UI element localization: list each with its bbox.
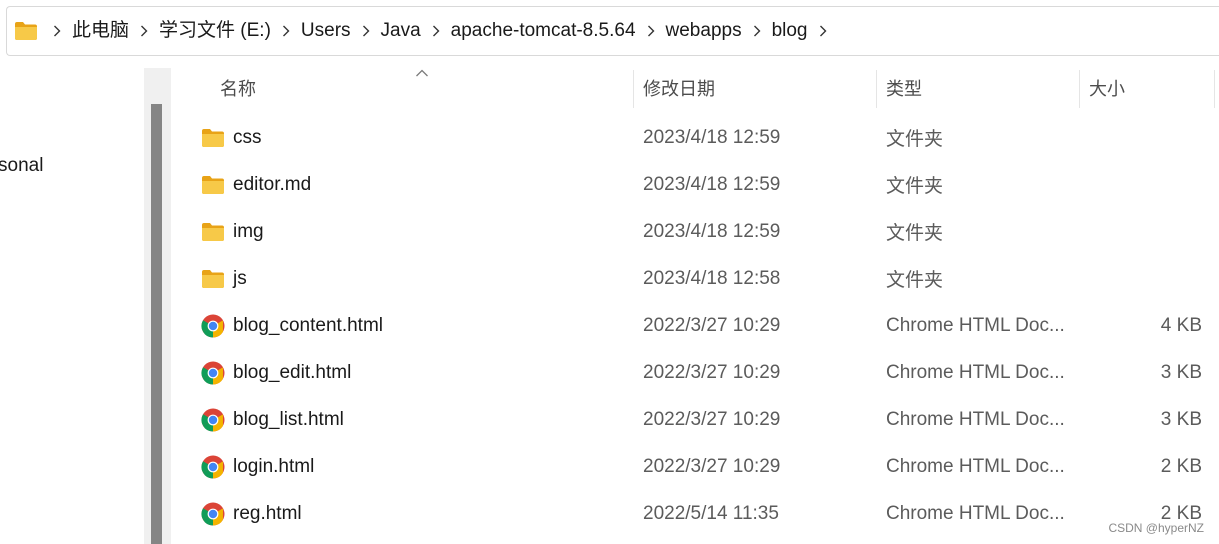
column-divider[interactable]: [876, 70, 877, 108]
file-size: 3 KB: [1160, 408, 1202, 430]
file-modified-date: 2023/4/18 12:59: [643, 220, 781, 242]
file-name: css: [233, 126, 262, 148]
folder-icon: [201, 220, 225, 244]
file-name: img: [233, 220, 264, 242]
chrome-html-icon: [201, 502, 225, 526]
nav-scrollbar[interactable]: [144, 68, 171, 544]
column-divider[interactable]: [1079, 70, 1080, 108]
file-name-cell[interactable]: img: [201, 208, 264, 255]
file-modified-date: 2023/4/18 12:59: [643, 173, 781, 195]
folder-icon: [14, 21, 38, 41]
file-type: 文件夹: [886, 176, 944, 197]
chrome-html-icon: [201, 314, 225, 338]
file-name-cell[interactable]: login.html: [201, 443, 314, 490]
file-row[interactable]: css 2023/4/18 12:59 文件夹: [171, 114, 1219, 161]
breadcrumb-item-this-pc[interactable]: 此电脑: [66, 17, 135, 45]
file-type: Chrome HTML Doc...: [886, 314, 1065, 336]
chevron-right-icon[interactable]: [357, 17, 375, 45]
chevron-right-icon[interactable]: [277, 17, 295, 45]
folder-icon: [201, 173, 225, 197]
file-row[interactable]: editor.md 2023/4/18 12:59 文件夹: [171, 161, 1219, 208]
file-name-cell[interactable]: blog_edit.html: [201, 349, 351, 396]
file-name: blog_content.html: [233, 314, 383, 336]
file-name: blog_edit.html: [233, 361, 352, 383]
file-name: js: [233, 267, 247, 289]
chevron-right-icon[interactable]: [642, 17, 660, 45]
column-divider[interactable]: [1214, 70, 1215, 108]
file-name-cell[interactable]: editor.md: [201, 161, 311, 208]
nav-item-personal[interactable]: sonal: [0, 155, 43, 177]
file-modified-date: 2022/3/27 10:29: [643, 314, 781, 336]
file-size: 2 KB: [1160, 455, 1202, 477]
column-header-name[interactable]: 名称: [220, 68, 256, 108]
chevron-right-icon[interactable]: [427, 17, 445, 45]
chevron-right-icon[interactable]: [748, 17, 766, 45]
file-row[interactable]: img 2023/4/18 12:59 文件夹: [171, 208, 1219, 255]
folder-icon: [201, 126, 225, 150]
address-bar[interactable]: 此电脑 学习文件 (E:) Users Java apache-tomcat-8…: [0, 0, 1219, 60]
file-row[interactable]: blog_edit.html 2022/3/27 10:29 Chrome HTML…: [171, 349, 1219, 396]
file-type: 文件夹: [886, 270, 944, 291]
chrome-html-icon: [201, 408, 225, 432]
file-type: 文件夹: [886, 129, 944, 150]
file-name-cell[interactable]: css: [201, 114, 262, 161]
breadcrumb: 此电脑 学习文件 (E:) Users Java apache-tomcat-8…: [14, 17, 832, 45]
file-type: 文件夹: [886, 223, 944, 244]
file-name-cell[interactable]: blog_content.html: [201, 302, 383, 349]
column-header-type[interactable]: 类型: [886, 68, 922, 108]
file-type: Chrome HTML Doc...: [886, 455, 1065, 477]
file-name-cell[interactable]: js: [201, 255, 247, 302]
file-type: Chrome HTML Doc...: [886, 502, 1065, 524]
column-header-size[interactable]: 大小: [1089, 68, 1125, 108]
file-name: editor.md: [233, 173, 312, 195]
file-row[interactable]: js 2023/4/18 12:58 文件夹: [171, 255, 1219, 302]
chrome-html-icon: [201, 455, 225, 479]
file-row[interactable]: blog_content.html 2022/3/27 10:29 Chrome H…: [171, 302, 1219, 349]
sort-ascending-icon: [416, 69, 428, 77]
breadcrumb-item-blog[interactable]: blog: [766, 17, 814, 45]
file-row[interactable]: reg.html 2022/5/14 11:35 Chrome HTML Doc..…: [171, 490, 1219, 537]
file-modified-date: 2023/4/18 12:59: [643, 126, 781, 148]
chevron-right-icon[interactable]: [135, 17, 153, 45]
file-name: reg.html: [233, 502, 302, 524]
breadcrumb-item-java[interactable]: Java: [375, 17, 427, 45]
watermark: CSDN @hyperNZ: [1108, 521, 1204, 535]
file-row[interactable]: blog_list.html 2022/3/27 10:29 Chrome HTML…: [171, 396, 1219, 443]
breadcrumb-item-tomcat[interactable]: apache-tomcat-8.5.64: [445, 17, 642, 45]
file-modified-date: 2022/3/27 10:29: [643, 408, 781, 430]
file-name-cell[interactable]: reg.html: [201, 490, 302, 537]
column-divider[interactable]: [633, 70, 634, 108]
file-modified-date: 2022/3/27 10:29: [643, 361, 781, 383]
file-name: login.html: [233, 455, 315, 477]
chrome-html-icon: [201, 361, 225, 385]
file-size: 3 KB: [1160, 361, 1202, 383]
nav-scrollbar-thumb[interactable]: [151, 104, 162, 544]
file-modified-date: 2023/4/18 12:58: [643, 267, 781, 289]
file-modified-date: 2022/5/14 11:35: [643, 502, 779, 524]
chevron-right-icon[interactable]: [814, 17, 832, 45]
file-type: Chrome HTML Doc...: [886, 361, 1065, 383]
column-header-date[interactable]: 修改日期: [643, 68, 715, 108]
file-type: Chrome HTML Doc...: [886, 408, 1065, 430]
file-list: 名称 修改日期 类型 大小 css 2023/4/18 12:59 文件夹 edito…: [171, 68, 1219, 544]
file-name-cell[interactable]: blog_list.html: [201, 396, 344, 443]
breadcrumb-item-drive-e[interactable]: 学习文件 (E:): [153, 17, 277, 45]
file-name: blog_list.html: [233, 408, 344, 430]
breadcrumb-item-webapps[interactable]: webapps: [660, 17, 748, 45]
file-size: 4 KB: [1160, 314, 1202, 336]
file-modified-date: 2022/3/27 10:29: [643, 455, 781, 477]
file-row[interactable]: login.html 2022/3/27 10:29 Chrome HTML Doc…: [171, 443, 1219, 490]
chevron-right-icon[interactable]: [48, 17, 66, 45]
folder-icon: [201, 267, 225, 291]
breadcrumb-item-users[interactable]: Users: [295, 17, 357, 45]
